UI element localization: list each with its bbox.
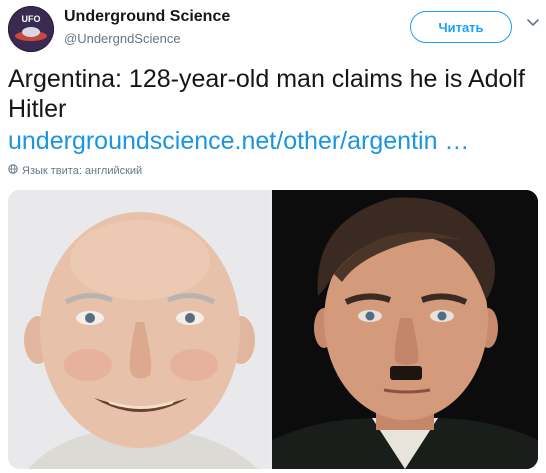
author-handle[interactable]: @UndergndScience [64,31,181,46]
tweet-media[interactable] [8,190,538,469]
author-name[interactable]: Underground Science [64,8,230,26]
photo-historical-portrait[interactable] [272,190,538,469]
photo-elderly-man[interactable] [8,190,270,469]
chevron-down-icon[interactable] [524,14,542,32]
language-note-text: Язык твита: английский [22,164,143,177]
tweet-text: Argentina: 128-year-old man claims he is… [8,65,525,123]
tweet-link[interactable]: undergroundscience.net/other/argentin … [8,126,469,156]
language-note: Язык твита: английский [8,164,142,177]
avatar-logo-text: UFO [22,14,41,24]
follow-button[interactable]: Читать [410,11,512,43]
globe-icon [8,164,18,177]
avatar[interactable]: UFO [8,6,54,52]
